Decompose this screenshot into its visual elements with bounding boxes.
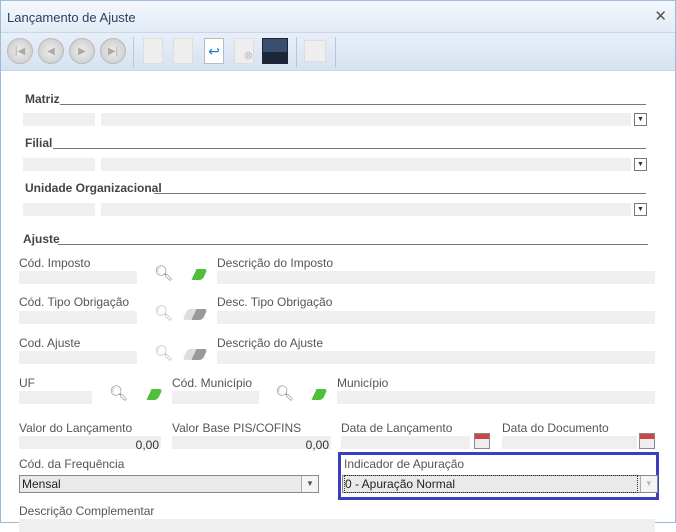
undo-button[interactable]: ↩ — [200, 37, 228, 65]
indicador-apuracao-label: Indicador de Apuração — [344, 457, 465, 471]
clear-icon[interactable] — [182, 309, 208, 320]
search-icon[interactable]: 🔍︎ — [154, 304, 173, 322]
data-lancamento-input[interactable] — [341, 436, 470, 449]
desc-tipo-obrigacao-input — [217, 311, 655, 324]
close-icon[interactable]: ✕ — [654, 7, 667, 25]
desc-ajuste-input — [217, 351, 655, 364]
new-document-icon — [143, 38, 163, 64]
toolbar-separator — [296, 37, 297, 67]
last-record-button[interactable]: ▶| — [99, 37, 127, 65]
cod-frequencia-select[interactable]: Mensal ▼ — [19, 475, 319, 493]
search-icon[interactable]: 🔍︎ — [109, 384, 128, 402]
divider — [53, 148, 646, 149]
calendar-icon[interactable] — [639, 433, 655, 449]
cod-municipio-input[interactable] — [172, 391, 259, 404]
divider — [154, 193, 646, 194]
previous-record-button[interactable]: ◀ — [37, 37, 65, 65]
section-filial: Filial — [25, 136, 53, 150]
search-icon[interactable]: 🔍︎ — [154, 264, 173, 282]
edit-document-icon — [173, 38, 193, 64]
data-lancamento-label: Data de Lançamento — [341, 421, 453, 435]
toolbar: |◀ ◀ ▶ ▶| ↩ ⊗ — [1, 33, 675, 71]
cod-tipo-obrigacao-label: Cód. Tipo Obrigação — [19, 295, 130, 309]
matriz-select[interactable] — [101, 113, 631, 126]
data-documento-label: Data do Documento — [502, 421, 609, 435]
section-unidade-organizacional: Unidade Organizacional — [25, 181, 162, 195]
edit-button[interactable] — [169, 37, 197, 65]
municipio-label: Município — [337, 376, 389, 390]
title-bar: Lançamento de Ajuste ✕ — [1, 1, 675, 33]
search-icon[interactable]: 🔍︎ — [275, 384, 294, 402]
chevron-down-icon[interactable]: ▼ — [640, 476, 657, 492]
chevron-down-icon[interactable]: ▼ — [634, 113, 647, 126]
desc-imposto-input — [217, 271, 655, 284]
chevron-down-icon[interactable]: ▼ — [634, 158, 647, 171]
valor-lancamento-input[interactable]: 0,00 — [19, 436, 161, 452]
section-ajuste: Ajuste — [23, 232, 60, 246]
toolbar-separator — [335, 37, 336, 67]
unidade-select[interactable] — [101, 203, 631, 216]
dialog-window: Lançamento de Ajuste ✕ |◀ ◀ ▶ ▶| ↩ ⊗ Mat… — [0, 0, 676, 532]
last-icon: ▶| — [100, 38, 126, 64]
filial-select[interactable] — [101, 158, 631, 171]
clear-icon[interactable] — [137, 389, 163, 400]
matriz-code-input[interactable] — [23, 113, 95, 126]
next-icon: ▶ — [69, 38, 95, 64]
clear-icon[interactable] — [302, 389, 328, 400]
clear-icon[interactable] — [182, 349, 208, 360]
indicador-apuracao-select[interactable]: 0 - Apuração Normal ▼ — [342, 475, 658, 493]
cod-ajuste-input[interactable] — [19, 351, 137, 364]
cod-ajuste-label: Cod. Ajuste — [19, 336, 81, 350]
desc-imposto-label: Descrição do Imposto — [217, 256, 334, 270]
save-icon — [262, 38, 288, 64]
previous-icon: ◀ — [38, 38, 64, 64]
uf-input[interactable] — [19, 391, 92, 404]
delete-document-icon: ⊗ — [234, 38, 254, 64]
delete-button[interactable]: ⊗ — [230, 37, 258, 65]
cod-municipio-label: Cód. Município — [172, 376, 253, 390]
unidade-code-input[interactable] — [23, 203, 95, 216]
window-title: Lançamento de Ajuste — [7, 10, 136, 25]
calendar-icon[interactable] — [474, 433, 490, 449]
indicador-apuracao-value: 0 - Apuração Normal — [344, 475, 638, 493]
chevron-down-icon[interactable]: ▼ — [301, 476, 318, 492]
search-icon[interactable]: 🔍︎ — [154, 344, 173, 362]
descricao-complementar-label: Descrição Complementar — [19, 504, 155, 518]
desc-tipo-obrigacao-label: Desc. Tipo Obrigação — [217, 295, 333, 309]
section-matriz: Matriz — [25, 92, 60, 106]
first-record-button[interactable]: |◀ — [6, 37, 34, 65]
divider — [60, 104, 646, 105]
data-documento-input[interactable] — [502, 436, 637, 449]
chevron-down-icon[interactable]: ▼ — [634, 203, 647, 216]
new-button[interactable] — [139, 37, 167, 65]
next-record-button[interactable]: ▶ — [68, 37, 96, 65]
undo-document-icon: ↩ — [204, 38, 224, 64]
cod-frequencia-label: Cód. da Frequência — [19, 457, 125, 471]
filial-code-input[interactable] — [23, 158, 95, 171]
first-icon: |◀ — [7, 38, 33, 64]
valor-lancamento-label: Valor do Lançamento — [19, 421, 133, 435]
municipio-input — [337, 391, 655, 404]
clear-icon[interactable] — [182, 269, 208, 280]
cod-tipo-obrigacao-input[interactable] — [19, 311, 137, 324]
valor-base-input[interactable]: 0,00 — [172, 436, 331, 452]
lock-button[interactable] — [301, 37, 329, 65]
cod-frequencia-value: Mensal — [22, 477, 61, 491]
uf-label: UF — [19, 376, 35, 390]
desc-ajuste-label: Descrição do Ajuste — [217, 336, 324, 350]
divider — [58, 244, 648, 245]
valor-base-label: Valor Base PIS/COFINS — [172, 421, 302, 435]
cod-imposto-label: Cód. Imposto — [19, 256, 91, 270]
cod-imposto-input[interactable] — [19, 271, 137, 284]
lock-icon — [304, 40, 326, 62]
toolbar-separator — [133, 37, 134, 67]
save-button[interactable] — [261, 37, 289, 65]
